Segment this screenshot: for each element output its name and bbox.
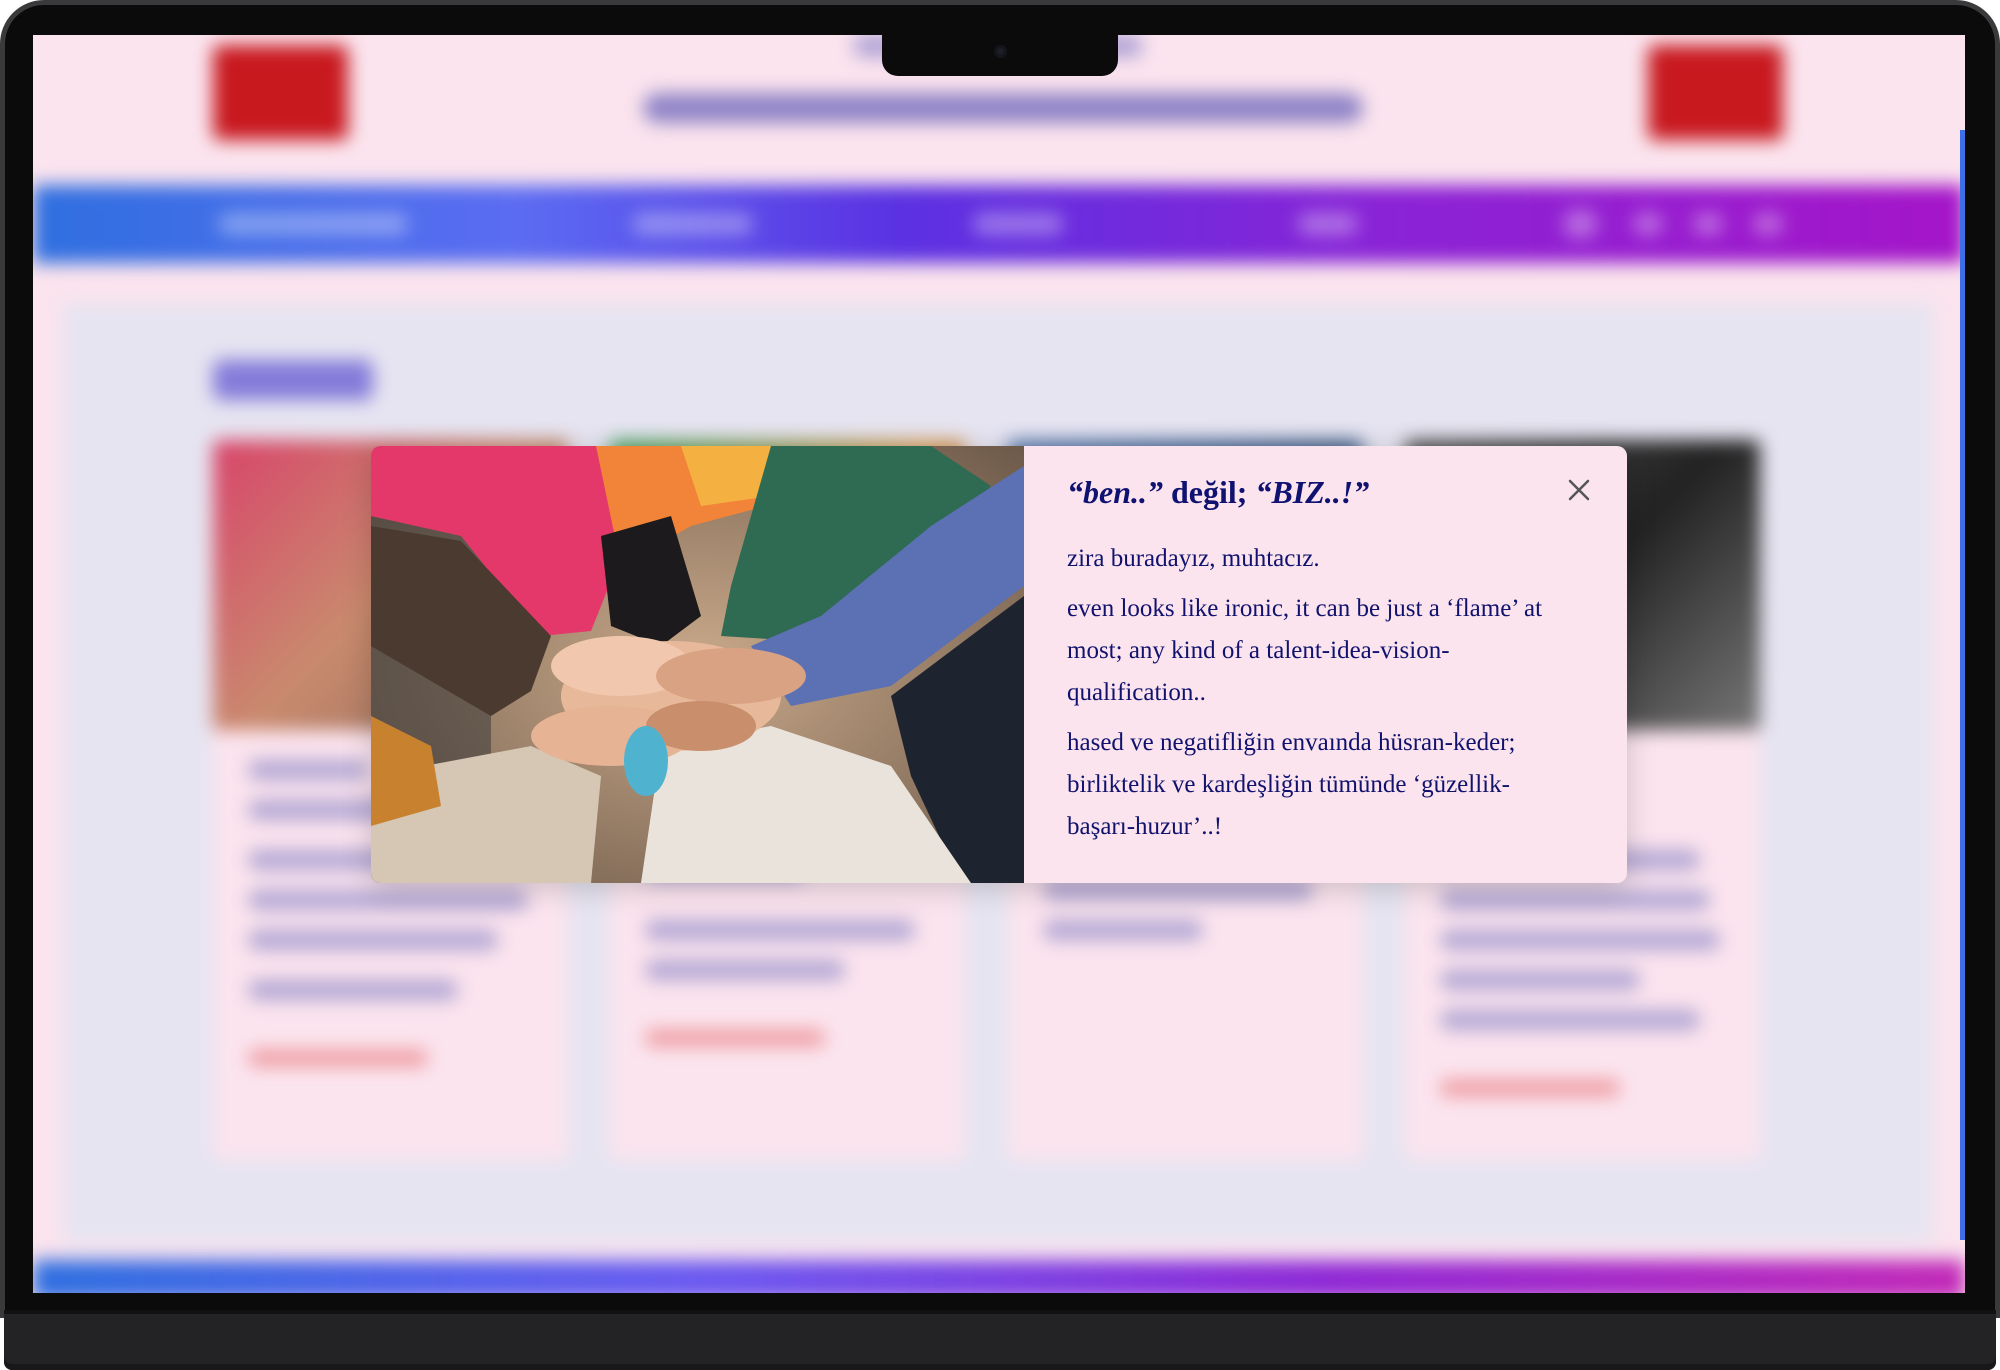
nav-item [218, 213, 408, 235]
modal-paragraph-1: zira buradayız, muhtacız. [1067, 545, 1320, 572]
nav-icon [1753, 213, 1783, 235]
camera-icon [994, 45, 1007, 58]
nav-item [973, 213, 1063, 235]
modal-text: zira buradayız, muhtacız. even looks lik… [1067, 538, 1567, 856]
laptop-base [4, 1310, 1996, 1370]
card-line [1440, 890, 1710, 910]
card-line [248, 760, 368, 780]
modal-title-biz: “BIZ..!” [1255, 474, 1370, 510]
card-line [1440, 1010, 1700, 1030]
card-line [248, 890, 528, 910]
nav-icon [1563, 209, 1598, 239]
nav-item [1298, 213, 1358, 235]
card-line [1440, 930, 1720, 950]
modal-dialog: “ben..” değil; “BIZ..!” zira buradayız, … [371, 446, 1627, 883]
site-navbar [33, 185, 1965, 263]
camera-notch [882, 35, 1118, 76]
nav-icon [1693, 213, 1723, 235]
modal-paragraph-3: hased ve negatifliğin envaında hüsran-ke… [1067, 729, 1516, 840]
card-line [1043, 880, 1313, 900]
card-link [1440, 1080, 1620, 1096]
site-logo-left [213, 45, 348, 140]
card-line [645, 960, 845, 980]
close-icon [1568, 479, 1590, 501]
card-link [248, 1050, 428, 1066]
site-logo-right [1648, 45, 1783, 140]
card-line [1440, 970, 1640, 990]
modal-title: “ben..” değil; “BIZ..!” [1067, 474, 1369, 511]
hands-photo-illustration [371, 446, 1024, 883]
modal-body: “ben..” değil; “BIZ..!” zira buradayız, … [1024, 446, 1627, 883]
nav-item [633, 213, 753, 235]
card-link [645, 1030, 825, 1046]
header-title-bar [643, 93, 1363, 123]
modal-title-ben: “ben..” [1067, 474, 1171, 510]
site-footer [33, 1260, 1965, 1293]
card-line [248, 980, 458, 1000]
modal-title-degil: değil; [1171, 474, 1256, 510]
modal-paragraph-2: even looks like ironic, it can be just a… [1067, 595, 1543, 706]
card-line [248, 930, 498, 950]
card-line [1043, 920, 1203, 940]
card-line [645, 920, 915, 940]
scrollbar[interactable] [1960, 130, 1965, 1240]
close-button[interactable] [1559, 470, 1599, 510]
nav-icon [1633, 213, 1663, 235]
section-title [213, 360, 373, 400]
hands-together-photo [371, 446, 1024, 883]
